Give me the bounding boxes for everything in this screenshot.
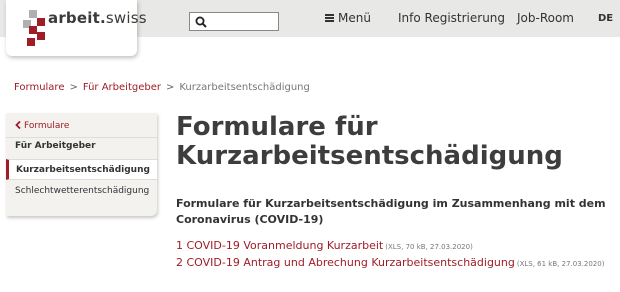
breadcrumb-separator: > bbox=[165, 82, 175, 93]
document-link[interactable]: 2 COVID-19 Antrag und Abrechung Kurzarbe… bbox=[176, 256, 604, 269]
menu-icon bbox=[325, 14, 334, 22]
menu-label: Menü bbox=[338, 11, 371, 25]
search-icon[interactable] bbox=[195, 16, 207, 28]
breadcrumb-separator: > bbox=[69, 82, 78, 93]
site-header: arbeit.swiss Menü Info Registrierung Job… bbox=[0, 0, 620, 56]
nav-job-room[interactable]: Job-Room bbox=[517, 11, 574, 25]
logo[interactable]: arbeit.swiss bbox=[6, 0, 147, 56]
logo-suffix: swiss bbox=[105, 9, 147, 27]
document-link-label[interactable]: 1 COVID-19 Voranmeldung Kurzarbeit bbox=[176, 239, 383, 252]
sidebar-back-label: Formulare bbox=[24, 121, 70, 131]
breadcrumb-item-current: Kurzarbeitsentschädigung bbox=[179, 82, 310, 93]
document-meta: (XLS, 70 kB, 27.03.2020) bbox=[385, 243, 473, 251]
sidebar-item-kurzarbeitsentschaedigung[interactable]: Kurzarbeitsentschädigung bbox=[6, 159, 157, 180]
sidebar-back-link[interactable]: Formulare bbox=[6, 118, 157, 134]
breadcrumb-item-fuer-arbeitgeber[interactable]: Für Arbeitgeber bbox=[83, 82, 161, 93]
search-input[interactable] bbox=[210, 14, 274, 29]
document-link-label[interactable]: 2 COVID-19 Antrag und Abrechung Kurzarbe… bbox=[176, 256, 515, 269]
sidebar-item-fuer-arbeitgeber[interactable]: Für Arbeitgeber bbox=[6, 137, 157, 153]
document-link[interactable]: 1 COVID-19 Voranmeldung Kurzarbeit (XLS, … bbox=[176, 239, 473, 252]
document-meta: (XLS, 61 kB, 27.03.2020) bbox=[516, 260, 605, 268]
chevron-left-icon bbox=[15, 120, 21, 130]
breadcrumb: Formulare > Für Arbeitgeber > Kurzarbeitsent… bbox=[14, 82, 310, 93]
sidebar-nav: Formulare Für Arbeitgeber Kurzarbeitsent… bbox=[6, 113, 157, 216]
logo-brand: arbeit. bbox=[48, 9, 106, 27]
page-title: Formulare für Kurzarbeitsentschädigung bbox=[176, 112, 563, 171]
nav-info-registrierung[interactable]: Info Registrierung bbox=[398, 11, 505, 25]
language-switch[interactable]: DE bbox=[598, 13, 613, 24]
logo-text: arbeit.swiss bbox=[48, 9, 147, 27]
logo-mark-icon bbox=[23, 10, 45, 46]
menu-button[interactable]: Menü bbox=[325, 11, 371, 25]
sidebar-item-schlechtwetterentschaedigung[interactable]: Schlechtwetterentschädigung bbox=[6, 183, 157, 199]
search-box bbox=[189, 12, 279, 31]
page-subtitle: Formulare für Kurzarbeitsentschädigung i… bbox=[176, 197, 606, 226]
breadcrumb-item-formulare[interactable]: Formulare bbox=[14, 82, 64, 93]
